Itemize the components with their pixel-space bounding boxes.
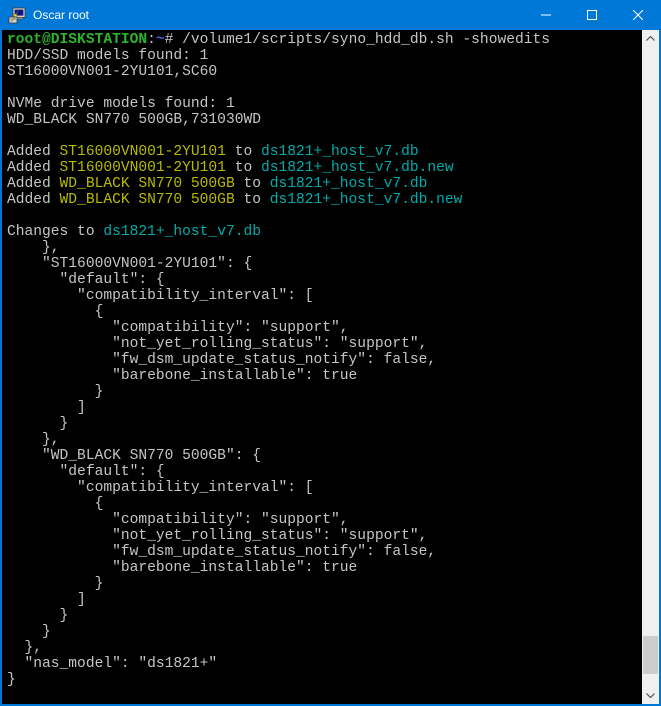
terminal-line: "not_yet_rolling_status": "support",	[7, 528, 642, 544]
minimize-icon	[541, 10, 551, 20]
terminal-line: "barebone_installable": true	[7, 560, 642, 576]
terminal-line: }	[7, 624, 642, 640]
terminal-line: "WD_BLACK SN770 500GB": {	[7, 448, 642, 464]
terminal-line: Changes to ds1821+_host_v7.db	[7, 224, 642, 240]
terminal-output[interactable]: root@DISKSTATION:~# /volume1/scripts/syn…	[2, 30, 642, 704]
terminal-line: }	[7, 384, 642, 400]
terminal-line: "compatibility": "support",	[7, 320, 642, 336]
terminal-line: {	[7, 304, 642, 320]
terminal-line: ]	[7, 400, 642, 416]
scroll-down-button[interactable]	[642, 687, 659, 704]
terminal-line: "fw_dsm_update_status_notify": false,	[7, 352, 642, 368]
scroll-up-button[interactable]	[642, 30, 659, 47]
terminal-line: "fw_dsm_update_status_notify": false,	[7, 544, 642, 560]
terminal-line: }	[7, 576, 642, 592]
terminal-line: Added WD_BLACK SN770 500GB to ds1821+_ho…	[7, 176, 642, 192]
scroll-up-icon	[646, 36, 655, 41]
terminal-line: WD_BLACK SN770 500GB,731030WD	[7, 112, 642, 128]
terminal-line: "ST16000VN001-2YU101": {	[7, 256, 642, 272]
terminal-line	[7, 128, 642, 144]
terminal-line: },	[7, 640, 642, 656]
terminal-line	[7, 208, 642, 224]
terminal-line: ST16000VN001-2YU101,SC60	[7, 64, 642, 80]
terminal-line: "compatibility_interval": [	[7, 480, 642, 496]
terminal-line: "default": {	[7, 464, 642, 480]
close-icon	[633, 10, 643, 20]
maximize-icon	[587, 10, 597, 20]
terminal-line: "barebone_installable": true	[7, 368, 642, 384]
scroll-down-icon	[646, 693, 655, 698]
terminal-line: "compatibility": "support",	[7, 512, 642, 528]
terminal-line: },	[7, 432, 642, 448]
putty-window: Oscar root root@DISKSTATION:~# /volu	[0, 0, 661, 706]
terminal-line: "default": {	[7, 272, 642, 288]
terminal-line: "compatibility_interval": [	[7, 288, 642, 304]
terminal-line: }	[7, 672, 642, 688]
window-body: root@DISKSTATION:~# /volume1/scripts/syn…	[0, 30, 661, 706]
terminal-line: "not_yet_rolling_status": "support",	[7, 336, 642, 352]
vertical-scrollbar[interactable]	[642, 30, 659, 704]
close-button[interactable]	[615, 0, 661, 30]
terminal-line: "nas_model": "ds1821+"	[7, 656, 642, 672]
terminal-line: root@DISKSTATION:~# /volume1/scripts/syn…	[7, 32, 642, 48]
terminal-line: }	[7, 416, 642, 432]
maximize-button[interactable]	[569, 0, 615, 30]
terminal-line: ]	[7, 592, 642, 608]
minimize-button[interactable]	[523, 0, 569, 30]
terminal-line: HDD/SSD models found: 1	[7, 48, 642, 64]
scrollbar-thumb[interactable]	[643, 636, 658, 674]
terminal-line: {	[7, 496, 642, 512]
putty-app-icon	[8, 7, 26, 24]
terminal-line: Added ST16000VN001-2YU101 to ds1821+_hos…	[7, 160, 642, 176]
title-bar[interactable]: Oscar root	[0, 0, 661, 30]
terminal-line: }	[7, 608, 642, 624]
terminal-line: NVMe drive models found: 1	[7, 96, 642, 112]
terminal-line	[7, 80, 642, 96]
window-title: Oscar root	[33, 0, 523, 30]
window-controls	[523, 0, 661, 30]
terminal-line: Added ST16000VN001-2YU101 to ds1821+_hos…	[7, 144, 642, 160]
terminal-line: Added WD_BLACK SN770 500GB to ds1821+_ho…	[7, 192, 642, 208]
terminal-line: },	[7, 240, 642, 256]
